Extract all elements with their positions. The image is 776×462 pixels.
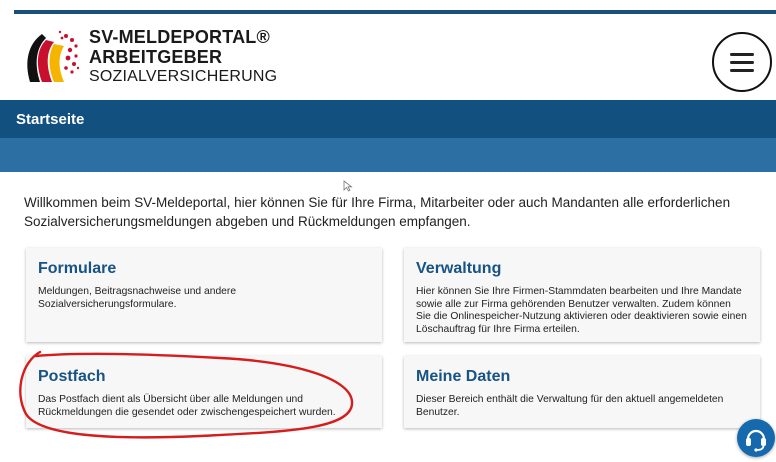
- card-title: Formulare: [38, 260, 117, 277]
- welcome-text: Willkommen beim SV-Meldeportal, hier kön…: [24, 195, 731, 229]
- menu-button[interactable]: [712, 32, 772, 92]
- card-description: Hier können Sie Ihre Firmen-Stammdaten b…: [416, 286, 747, 335]
- brand-text: SV-MELDEPORTAL® ARBEITGEBER SOZIALVERSIC…: [89, 27, 277, 87]
- card-description: Das Postfach dient als Übersicht über al…: [38, 394, 336, 418]
- secondary-nav-bar: [0, 138, 776, 172]
- site-header: SV-MELDEPORTAL® ARBEITGEBER SOZIALVERSIC…: [0, 14, 776, 100]
- card-description: Meldungen, Beitragsnachweise und andere …: [38, 286, 237, 310]
- card-postfach[interactable]: Postfach Das Postfach dient als Übersich…: [26, 356, 382, 428]
- brand-audience: ARBEITGEBER: [89, 47, 223, 67]
- page-title-bar: Startseite: [0, 100, 776, 138]
- card-description: Dieser Bereich enthält die Verwaltung fü…: [416, 394, 724, 418]
- sv-meldeportal-logo[interactable]: [20, 28, 80, 96]
- help-button[interactable]: [737, 419, 775, 457]
- card-meine-daten[interactable]: Meine Daten Dieser Bereich enthält die V…: [404, 356, 760, 428]
- brand-name: SV-MELDEPORTAL®: [89, 27, 270, 47]
- mouse-cursor-icon: [343, 180, 353, 192]
- card-formulare[interactable]: Formulare Meldungen, Beitragsnachweise u…: [26, 248, 382, 342]
- headset-icon: [746, 429, 766, 452]
- card-title: Postfach: [38, 368, 106, 385]
- card-title: Meine Daten: [416, 368, 511, 385]
- page-title: Startseite: [16, 111, 85, 128]
- brand-subtitle: SOZIALVERSICHERUNG: [89, 68, 278, 85]
- card-verwaltung[interactable]: Verwaltung Hier können Sie Ihre Firmen-S…: [404, 248, 760, 342]
- card-title: Verwaltung: [416, 260, 502, 277]
